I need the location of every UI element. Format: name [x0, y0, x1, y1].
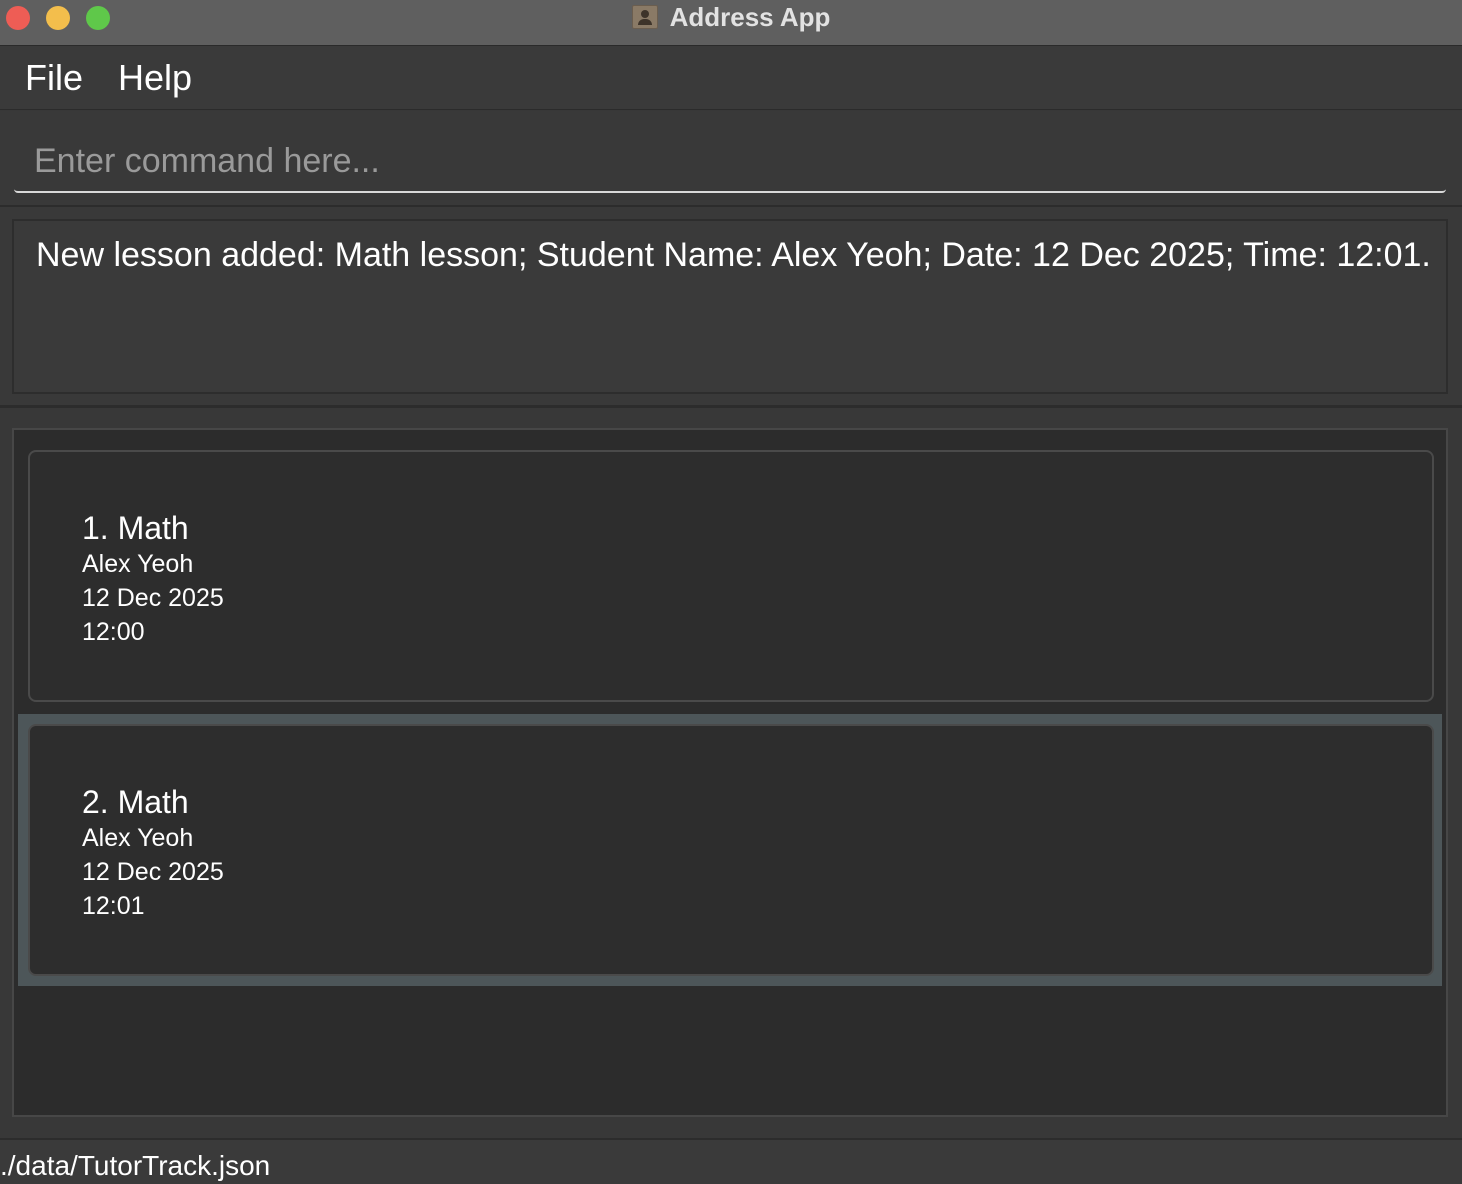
result-display[interactable]: New lesson added: Math lesson; Student N…: [12, 219, 1448, 394]
window-title: Address App: [669, 1, 831, 32]
title-bar: Address App: [0, 0, 1462, 46]
lesson-student: Alex Yeoh: [82, 824, 194, 852]
lesson-date: 12 Dec 2025: [82, 858, 224, 886]
menu-bar: File Help: [0, 46, 1462, 110]
lesson-date: 12 Dec 2025: [82, 584, 224, 612]
window-title-group: Address App: [0, 0, 1462, 34]
lesson-title: 2. Math: [82, 784, 189, 820]
address-book-icon: [631, 5, 658, 29]
lesson-list-item[interactable]: 1. Math Alex Yeoh 12 Dec 2025 12:00: [18, 440, 1442, 712]
app-window: Address App File Help New lesson added: …: [0, 0, 1462, 1184]
command-box-container: [0, 111, 1462, 207]
lesson-card: 1. Math Alex Yeoh 12 Dec 2025 12:00: [28, 450, 1434, 702]
lesson-list-container: 1. Math Alex Yeoh 12 Dec 2025 12:00 2. M…: [0, 408, 1462, 1138]
lesson-time: 12:01: [82, 892, 145, 920]
lesson-card: 2. Math Alex Yeoh 12 Dec 2025 12:01: [28, 724, 1434, 976]
lesson-title: 1. Math: [82, 510, 189, 546]
lesson-student: Alex Yeoh: [82, 550, 194, 578]
result-message: New lesson added: Math lesson; Student N…: [36, 236, 1431, 274]
menu-help[interactable]: Help: [118, 56, 192, 100]
lesson-time: 12:00: [82, 618, 145, 646]
result-display-container: New lesson added: Math lesson; Student N…: [0, 207, 1462, 405]
menu-file[interactable]: File: [25, 56, 83, 100]
status-bar: ./data/TutorTrack.json: [0, 1138, 1462, 1184]
lesson-list[interactable]: 1. Math Alex Yeoh 12 Dec 2025 12:00 2. M…: [12, 428, 1448, 1117]
command-input[interactable]: [14, 131, 1446, 193]
save-file-path: ./data/TutorTrack.json: [0, 1150, 271, 1181]
lesson-list-item-selected[interactable]: 2. Math Alex Yeoh 12 Dec 2025 12:01: [18, 714, 1442, 986]
